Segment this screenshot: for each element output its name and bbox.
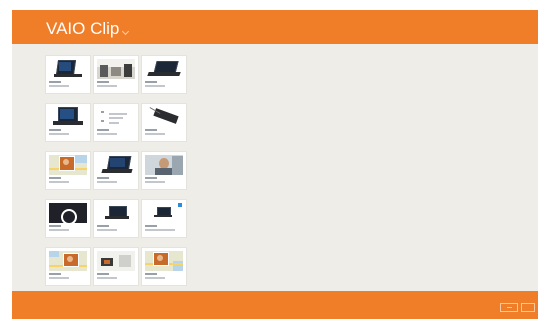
app-title: VAIO Clip	[46, 19, 120, 38]
product-icon	[97, 251, 135, 271]
clip-title	[145, 129, 157, 131]
clip-tile[interactable]	[94, 104, 138, 141]
laptop-icon	[145, 59, 183, 79]
clip-title	[97, 177, 109, 179]
photo-icon	[97, 59, 135, 79]
clip-title	[145, 177, 157, 179]
clip-subtitle	[49, 133, 69, 135]
laptop-icon	[49, 107, 87, 127]
clip-tile[interactable]	[94, 200, 138, 237]
clip-title	[145, 225, 157, 227]
clip-subtitle	[97, 133, 117, 135]
vaio-clip-window: VAIO Clip	[12, 10, 538, 319]
clip-subtitle	[97, 277, 117, 279]
clip-grid	[12, 44, 538, 291]
clip-tile[interactable]	[46, 104, 90, 141]
laptop-icon	[145, 203, 183, 223]
ring-icon	[49, 203, 87, 223]
clip-subtitle	[145, 277, 165, 279]
clip-tile[interactable]	[94, 56, 138, 93]
clip-subtitle	[49, 181, 69, 183]
clip-subtitle	[49, 277, 69, 279]
clip-title	[97, 225, 109, 227]
close-icon[interactable]	[521, 303, 535, 312]
clip-subtitle	[145, 133, 165, 135]
clip-subtitle	[145, 181, 165, 183]
title-bar: VAIO Clip	[12, 10, 538, 44]
clip-subtitle	[49, 85, 69, 87]
clip-subtitle	[97, 85, 117, 87]
clip-title	[49, 177, 61, 179]
minimize-icon[interactable]	[500, 303, 518, 312]
chevron-down-icon[interactable]	[121, 27, 130, 36]
clip-title	[145, 273, 157, 275]
clip-subtitle	[97, 229, 117, 231]
clip-subtitle	[145, 85, 165, 87]
map-icon	[145, 251, 183, 271]
clip-tile[interactable]	[94, 152, 138, 189]
app-bar	[12, 291, 538, 319]
map-icon	[49, 155, 87, 175]
clip-tile[interactable]	[94, 248, 138, 285]
clip-subtitle	[49, 229, 69, 231]
clip-title	[49, 273, 61, 275]
clip-tile[interactable]	[142, 152, 186, 189]
laptop-icon	[97, 203, 135, 223]
clip-tile[interactable]	[142, 56, 186, 93]
clip-tile[interactable]	[46, 200, 90, 237]
clip-title	[49, 129, 61, 131]
map-icon	[49, 251, 87, 271]
clip-title	[97, 129, 109, 131]
clip-title	[97, 81, 109, 83]
laptop-icon	[49, 59, 87, 79]
clip-subtitle	[145, 229, 175, 231]
tablet-icon	[145, 107, 183, 127]
clip-tile[interactable]	[142, 104, 186, 141]
clip-subtitle	[97, 181, 117, 183]
photo-icon	[145, 155, 183, 175]
clip-title	[145, 81, 157, 83]
clip-tile[interactable]	[142, 200, 186, 237]
document-icon	[97, 107, 135, 127]
laptop-icon	[97, 155, 135, 175]
clip-tile[interactable]	[142, 248, 186, 285]
clip-title	[97, 273, 109, 275]
app-title-button[interactable]: VAIO Clip	[46, 19, 119, 39]
clip-tile[interactable]	[46, 56, 90, 93]
clip-tile[interactable]	[46, 248, 90, 285]
clip-tile[interactable]	[46, 152, 90, 189]
clip-title	[49, 81, 61, 83]
clip-title	[49, 225, 61, 227]
